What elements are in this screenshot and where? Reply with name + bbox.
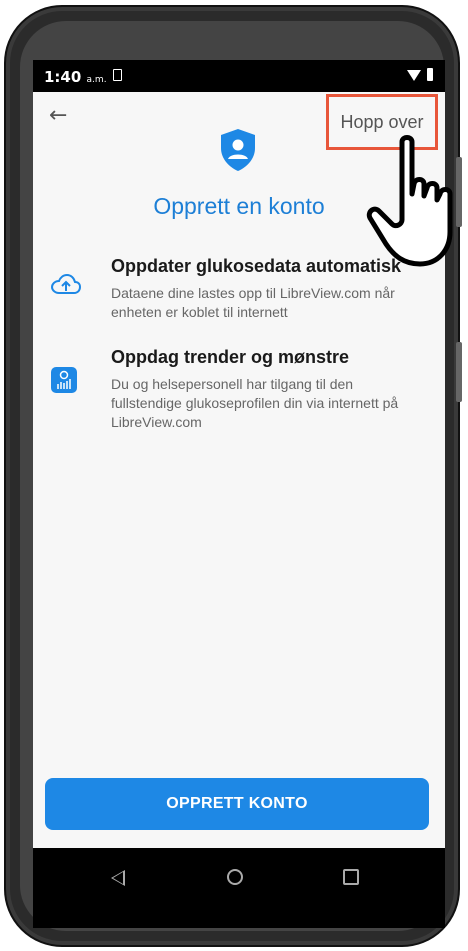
trend-chart-icon [51, 367, 77, 393]
feature-description: Du og helsepersonell har tilgang til den… [111, 376, 399, 430]
battery-icon [427, 68, 433, 81]
account-shield-icon [221, 129, 255, 171]
wifi-icon [407, 70, 421, 81]
android-nav-bar [33, 848, 445, 928]
power-button [456, 342, 462, 402]
sim-icon [113, 69, 122, 81]
nav-back-icon[interactable] [111, 870, 125, 886]
cloud-upload-icon [51, 273, 81, 294]
nav-home-icon[interactable] [227, 869, 243, 885]
status-time: 1:40 a.m. [44, 68, 107, 86]
feature-heading: Oppdater glukosedata automatisk [111, 256, 402, 276]
create-account-button[interactable]: OPPRETT KONTO [45, 778, 429, 830]
feature-description: Dataene dine lastes opp til LibreView.co… [111, 285, 395, 320]
feature-heading: Oppdag trender og mønstre [111, 347, 350, 367]
nav-recents-icon[interactable] [343, 869, 359, 885]
status-bar: 1:40 a.m. [33, 60, 445, 92]
back-arrow-icon[interactable]: ← [49, 104, 67, 128]
pointing-hand-icon [366, 135, 453, 267]
